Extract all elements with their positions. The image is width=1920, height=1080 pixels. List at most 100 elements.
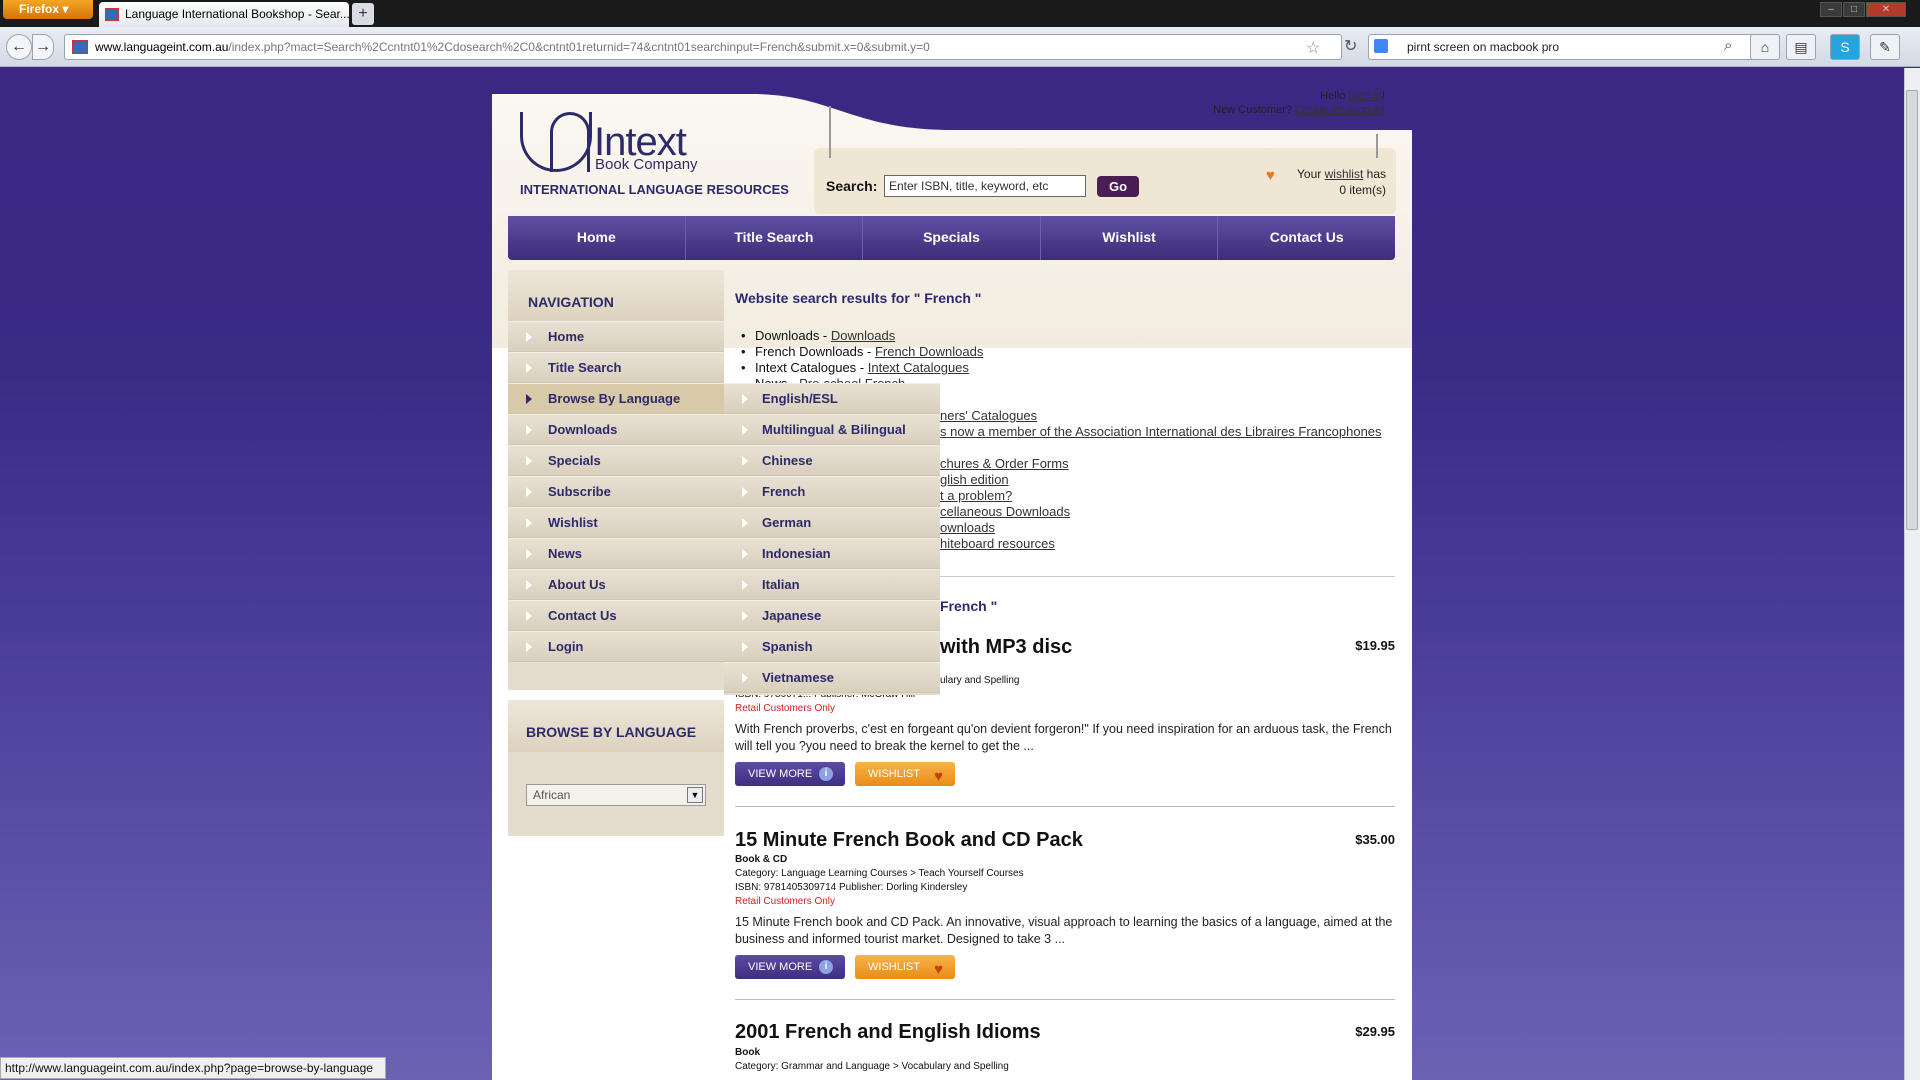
- sign-in-link[interactable]: Sign in: [1348, 90, 1382, 102]
- sidebar-item-specials[interactable]: Specials: [508, 445, 724, 476]
- view-more-button[interactable]: VIEW MORE i: [735, 762, 845, 786]
- go-button[interactable]: Go: [1097, 176, 1139, 197]
- product-isbn: ISBN: 9781405309714 Publisher: Dorling K…: [735, 882, 968, 893]
- product-title[interactable]: 15 Minute French Book and CD Pack: [735, 829, 1083, 852]
- back-icon[interactable]: ←: [6, 34, 32, 60]
- wishlist-button[interactable]: WISHLIST ♥: [855, 762, 955, 786]
- product-description: With French proverbs, c'est en forgeant …: [735, 722, 1392, 753]
- wishlist-button[interactable]: WISHLIST ♥: [855, 955, 955, 979]
- sidebar-item-contact-us[interactable]: Contact Us: [508, 600, 724, 631]
- chevron-down-icon[interactable]: ▼: [687, 787, 703, 803]
- result-link[interactable]: glish edition: [940, 472, 1009, 487]
- menu-specials[interactable]: Specials: [863, 216, 1041, 260]
- result-link[interactable]: chures & Order Forms: [940, 456, 1069, 471]
- result-link[interactable]: s now a member of the Association Intern…: [940, 424, 1382, 439]
- result-link[interactable]: hiteboard resources: [940, 536, 1055, 551]
- flyout-item-spanish[interactable]: Spanish: [724, 631, 940, 662]
- flyout-item-english-esl[interactable]: English/ESL: [724, 383, 940, 414]
- menu-contact-us[interactable]: Contact Us: [1218, 216, 1395, 260]
- menu-wishlist[interactable]: Wishlist: [1041, 216, 1219, 260]
- menu-home[interactable]: Home: [508, 216, 686, 260]
- create-account-link[interactable]: Create an account: [1295, 104, 1385, 116]
- flyout-item-vietnamese[interactable]: Vietnamese: [724, 662, 940, 693]
- forward-icon[interactable]: →: [32, 34, 54, 60]
- sidebar-item-subscribe[interactable]: Subscribe: [508, 476, 724, 507]
- flyout-item-japanese[interactable]: Japanese: [724, 600, 940, 631]
- sidebar-item-news[interactable]: News: [508, 538, 724, 569]
- bookmarks-menu-icon[interactable]: ▤: [1786, 34, 1816, 60]
- wishlist-summary: Your wishlist has 0 item(s): [1262, 166, 1386, 198]
- new-tab-button[interactable]: +: [352, 3, 374, 25]
- view-more-button[interactable]: VIEW MORE i: [735, 955, 845, 979]
- google-engine-icon[interactable]: [1374, 39, 1388, 53]
- site-identity-icon[interactable]: [72, 40, 88, 54]
- status-bar: http://www.languageint.com.au/index.php?…: [0, 1057, 386, 1079]
- flyout-item-multilingual[interactable]: Multilingual & Bilingual: [724, 414, 940, 445]
- logo-subtitle: Book Company: [595, 156, 698, 173]
- wishlist-label: WISHLIST: [868, 961, 920, 973]
- firefox-menu-button[interactable]: Firefox ▾: [3, 0, 93, 19]
- hello-text: Hello: [1320, 90, 1346, 102]
- language-select-value: African: [533, 788, 571, 802]
- sidebar-item-about-us[interactable]: About Us: [508, 569, 724, 600]
- site-search-input[interactable]: [884, 175, 1086, 197]
- result-link[interactable]: Intext Catalogues: [868, 360, 969, 375]
- result-prefix: French Downloads -: [755, 344, 875, 359]
- product-format: Book & CD: [735, 854, 788, 865]
- close-icon[interactable]: ✕: [1866, 2, 1906, 17]
- product-category: ulary and Spelling: [940, 675, 1020, 686]
- maximize-icon[interactable]: □: [1843, 2, 1865, 17]
- flyout-item-german[interactable]: German: [724, 507, 940, 538]
- info-icon: i: [819, 960, 833, 974]
- search-icon[interactable]: ⌕: [1724, 37, 1732, 54]
- result-link[interactable]: ners' Catalogues: [940, 408, 1037, 423]
- result-link[interactable]: ownloads: [940, 520, 995, 535]
- result-item: Intext Catalogues - Intext Catalogues: [741, 360, 969, 375]
- product-price: $19.95: [1355, 638, 1395, 653]
- addon-menu-icon[interactable]: ✎: [1870, 34, 1900, 60]
- bookmark-star-icon[interactable]: ☆: [1306, 38, 1320, 58]
- wish-your: Your: [1297, 167, 1322, 181]
- flyout-item-chinese[interactable]: Chinese: [724, 445, 940, 476]
- reload-icon[interactable]: ↻: [1344, 36, 1357, 56]
- hanging-string-right: [1376, 134, 1378, 158]
- wishlist-link[interactable]: wishlist: [1325, 167, 1364, 181]
- site-logo[interactable]: Intext Book Company INTERNATIONAL LANGUA…: [520, 112, 789, 202]
- product-price: $29.95: [1355, 1024, 1395, 1039]
- product-description: 15 Minute French book and CD Pack. An in…: [735, 915, 1393, 946]
- url-bar[interactable]: www.languageint.com.au/index.php?mact=Se…: [64, 34, 1342, 60]
- product-title[interactable]: 2001 French and English Idioms: [735, 1021, 1041, 1044]
- logo-mark-arch-icon: [550, 112, 590, 172]
- sidebar-item-title-search[interactable]: Title Search: [508, 352, 724, 383]
- minimize-icon[interactable]: –: [1820, 2, 1842, 17]
- home-icon[interactable]: ⌂: [1750, 34, 1780, 60]
- heart-icon: ♥: [934, 768, 943, 785]
- logo-tagline: INTERNATIONAL LANGUAGE RESOURCES: [520, 182, 789, 197]
- sidebar-item-login[interactable]: Login: [508, 631, 724, 662]
- scrollbar-thumb[interactable]: [1906, 90, 1918, 530]
- menu-title-search[interactable]: Title Search: [686, 216, 864, 260]
- sidebar-item-downloads[interactable]: Downloads: [508, 414, 724, 445]
- browser-search-input[interactable]: pirnt screen on macbook pro: [1368, 34, 1776, 60]
- product-title[interactable]: with MP3 disc: [940, 636, 1072, 659]
- result-link[interactable]: t a problem?: [940, 488, 1012, 503]
- flyout-item-french[interactable]: French: [724, 476, 940, 507]
- sidebar-item-home[interactable]: Home: [508, 321, 724, 352]
- main-menu: Home Title Search Specials Wishlist Cont…: [508, 216, 1395, 260]
- skype-icon[interactable]: S: [1830, 34, 1860, 60]
- result-link[interactable]: French Downloads: [875, 344, 983, 359]
- product-results-heading: French ": [940, 598, 998, 614]
- flyout-item-italian[interactable]: Italian: [724, 569, 940, 600]
- browser-tab[interactable]: Language International Bookshop - Sear..…: [99, 2, 349, 27]
- search-label: Search:: [826, 178, 878, 194]
- sidebar-item-browse-by-language[interactable]: Browse By Language: [508, 383, 724, 414]
- result-link[interactable]: cellaneous Downloads: [940, 504, 1070, 519]
- product-retail-note: Retail Customers Only: [735, 896, 836, 907]
- language-select[interactable]: African ▼: [526, 784, 706, 806]
- result-link[interactable]: Downloads: [831, 328, 895, 343]
- flyout-item-indonesian[interactable]: Indonesian: [724, 538, 940, 569]
- sidebar-item-wishlist[interactable]: Wishlist: [508, 507, 724, 538]
- hanging-string-left: [829, 106, 831, 158]
- view-more-label: VIEW MORE: [748, 961, 813, 973]
- tab-title: Language International Bookshop - Sear..…: [125, 7, 349, 21]
